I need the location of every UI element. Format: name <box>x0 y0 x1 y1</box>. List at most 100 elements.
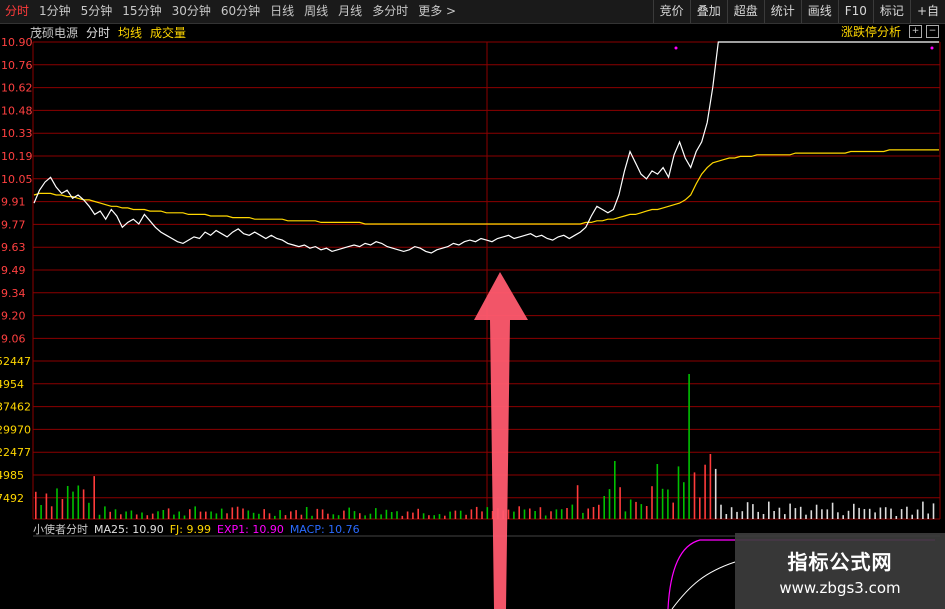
indicator-name[interactable]: 小使者分时 <box>33 523 88 537</box>
volume-bar <box>890 508 892 519</box>
volume-bar <box>258 513 260 519</box>
volume-bar <box>736 511 738 519</box>
volume-bar <box>449 511 451 519</box>
volume-bar <box>895 516 898 519</box>
tab-8[interactable]: 月线 <box>333 0 367 23</box>
minus-icon[interactable]: − <box>926 25 939 38</box>
toolbar-button-3[interactable]: 统计 <box>763 0 801 23</box>
tab-9[interactable]: 多分时 <box>367 0 413 23</box>
volume-bar <box>305 507 308 519</box>
volume-bar <box>114 509 117 519</box>
price-tick-label: 10.62 <box>1 82 33 95</box>
volume-bar <box>412 512 414 519</box>
volume-bar <box>598 504 600 519</box>
plus-icon[interactable]: + <box>909 25 922 38</box>
volume-bar <box>868 508 871 519</box>
volume-bar <box>534 511 536 519</box>
volume-bar <box>284 515 287 519</box>
toolbar-button-6[interactable]: 标记 <box>872 0 910 23</box>
tab-1[interactable]: 1分钟 <box>34 0 76 23</box>
intraday-chart[interactable]: 10.90 10.76 10.62 10.48 10.33 10.19 10.05 9.91 9… <box>0 0 945 609</box>
volume-bar <box>35 491 37 519</box>
volume-bar <box>459 510 462 519</box>
volume-bar <box>810 510 813 519</box>
volume-bar <box>380 514 382 519</box>
volume-bar <box>837 512 839 519</box>
chart-info-bar: 茂硕电源 分时 均线 成交量 <box>30 24 186 40</box>
volume-bar <box>805 514 807 519</box>
volume-bar <box>922 501 924 519</box>
right-toolbar: 竞价 叠加 超盘 统计 画线 F10 标记 +自 <box>652 0 945 23</box>
toolbar-button-7[interactable]: +自 <box>909 0 945 23</box>
volume-tick-label: 37462 <box>0 401 31 414</box>
volume-bar <box>348 507 350 519</box>
volume-bar <box>523 509 526 519</box>
volume-bar <box>555 509 558 519</box>
volume-bar <box>619 487 621 519</box>
volume-bar <box>704 464 706 519</box>
volume-bar <box>853 503 855 519</box>
volume-bar <box>417 508 419 519</box>
tab-4[interactable]: 30分钟 <box>167 0 216 23</box>
volume-bar <box>640 504 643 519</box>
volume-bar <box>789 503 791 519</box>
tab-5[interactable]: 60分钟 <box>216 0 265 23</box>
volume-bar <box>375 508 377 519</box>
volume-bar <box>614 461 616 519</box>
volume-bar <box>157 511 159 519</box>
volume-bar <box>661 488 664 519</box>
tab-0[interactable]: 分时 <box>0 0 34 23</box>
volume-bar <box>518 506 520 519</box>
volume-toggle[interactable]: 成交量 <box>150 24 186 41</box>
volume-bar <box>582 512 584 519</box>
tab-3[interactable]: 15分钟 <box>117 0 166 23</box>
volume-bar <box>390 512 393 519</box>
volume-bar <box>220 508 223 519</box>
volume-bar <box>714 468 717 519</box>
volume-bar <box>677 466 680 519</box>
indicator-ma: MA25: 10.90 <box>94 523 164 536</box>
volume-bar <box>672 502 674 519</box>
volume-bar <box>486 507 489 519</box>
volume-tick-label: 22477 <box>0 446 31 459</box>
toolbar-button-2[interactable]: 超盘 <box>726 0 764 23</box>
stock-name[interactable]: 茂硕电源 <box>30 24 78 41</box>
volume-bar <box>252 512 255 519</box>
tab-7[interactable]: 周线 <box>299 0 333 23</box>
volume-bar <box>130 510 133 519</box>
volume-bar <box>321 509 324 519</box>
tab-2[interactable]: 5分钟 <box>76 0 118 23</box>
volume-bar <box>231 507 234 519</box>
volume-bar <box>40 505 42 519</box>
volume-bar <box>858 507 860 519</box>
limit-up-marker <box>674 46 678 50</box>
price-tick-label: 10.05 <box>1 173 33 186</box>
limit-analysis-link[interactable]: 涨跌停分析 <box>841 24 901 40</box>
toolbar-button-4[interactable]: 画线 <box>800 0 838 23</box>
tab-10[interactable]: 更多 > <box>413 0 461 23</box>
price-tick-label: 10.33 <box>1 127 33 140</box>
toolbar-button-1[interactable]: 叠加 <box>689 0 727 23</box>
toolbar-button-5[interactable]: F10 <box>837 0 873 23</box>
volume-bar <box>550 511 552 519</box>
volume-bar <box>364 515 366 519</box>
volume-bar <box>752 504 754 519</box>
volume-bar <box>651 486 653 519</box>
volume-bar <box>587 508 589 519</box>
volume-bar <box>916 509 919 519</box>
volume-bar <box>608 489 611 519</box>
chart-mode[interactable]: 分时 <box>86 24 110 41</box>
volume-bar <box>794 508 797 519</box>
watermark-title: 指标公式网 <box>787 549 893 574</box>
tab-6[interactable]: 日线 <box>265 0 299 23</box>
volume-bar <box>45 493 48 519</box>
toolbar-button-0[interactable]: 竞价 <box>652 0 690 23</box>
price-tick-label: 9.49 <box>1 264 26 277</box>
volume-tick-label: 4985 <box>0 469 24 482</box>
volume-bar <box>401 515 404 519</box>
volume-bar <box>194 506 196 519</box>
avg-line-toggle[interactable]: 均线 <box>118 24 142 41</box>
volume-bar <box>210 511 212 519</box>
volume-bar <box>475 506 478 519</box>
watermark: 指标公式网 www.zbgs3.com <box>735 533 945 609</box>
